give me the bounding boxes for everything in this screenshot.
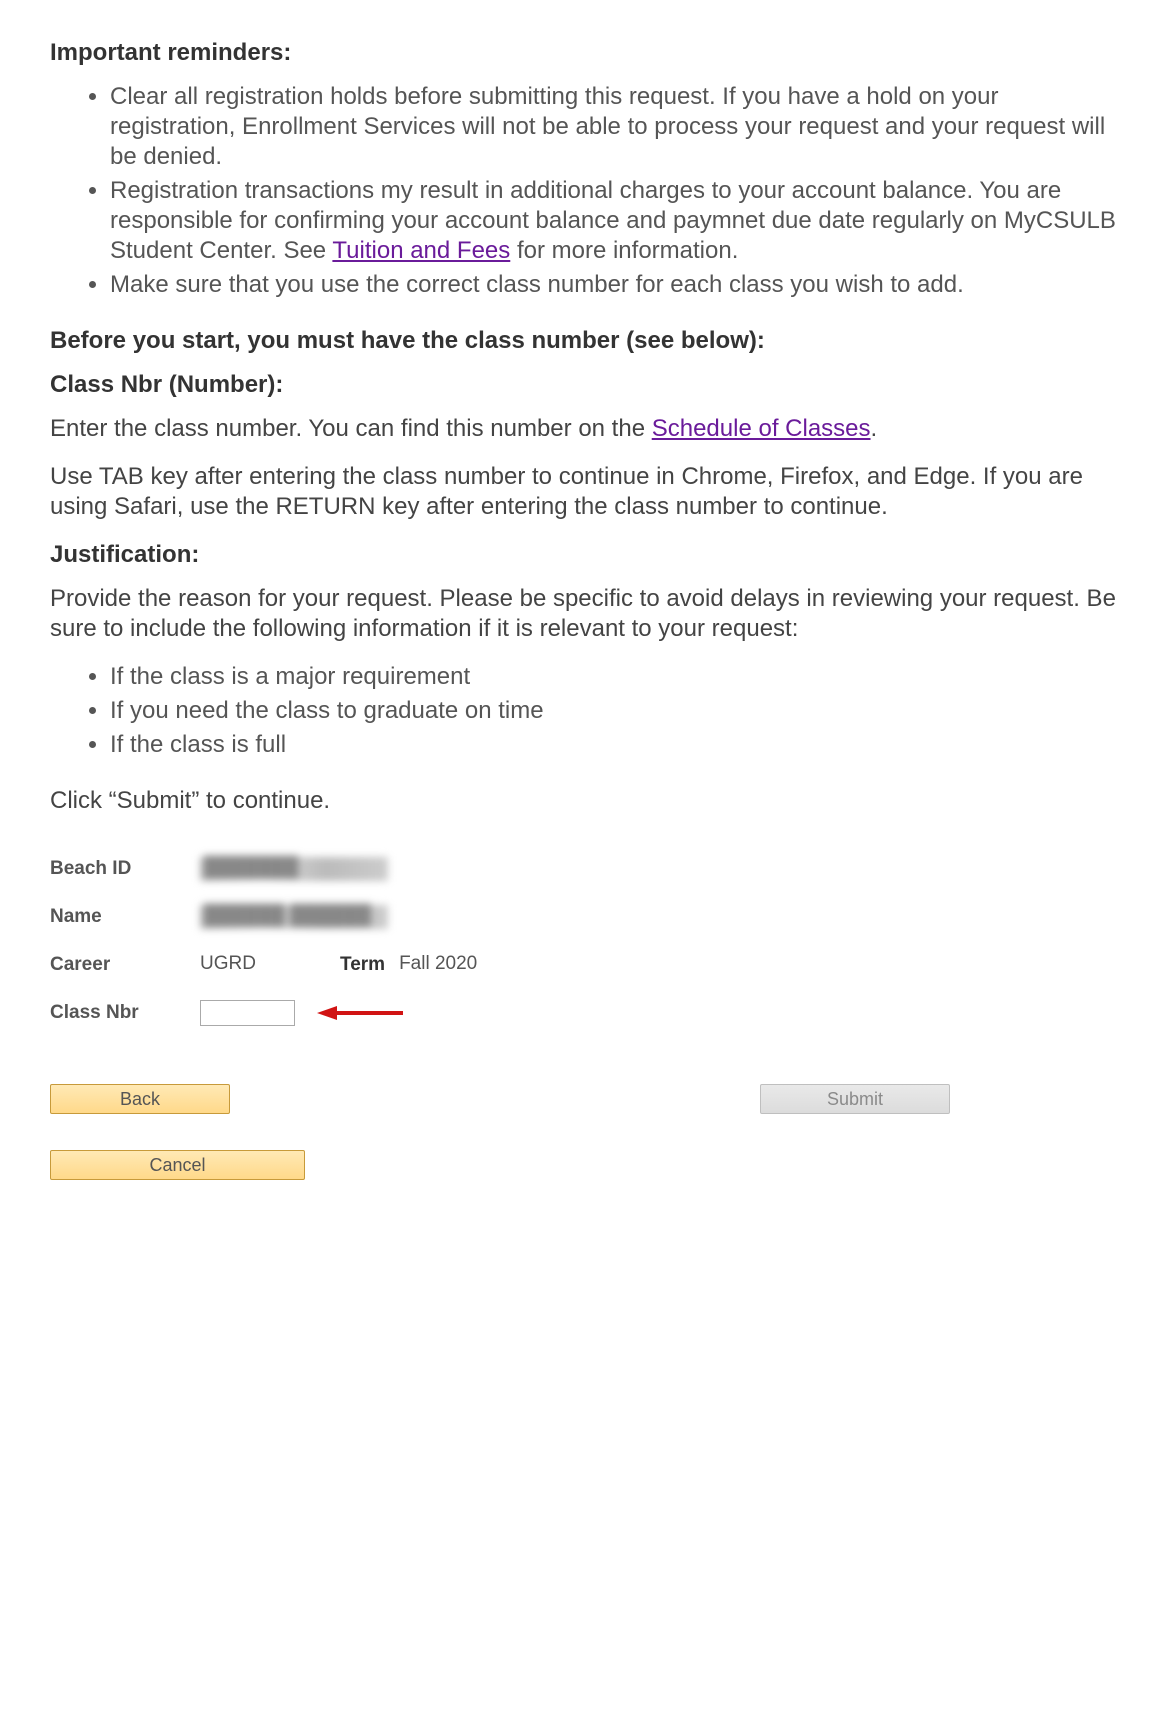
tab-key-note: Use TAB key after entering the class num…: [50, 462, 1120, 522]
row-beach-id: Beach ID ███████: [50, 848, 1120, 890]
button-bar: Back Submit Cancel: [50, 1084, 1120, 1180]
row-class-nbr: Class Nbr: [50, 992, 1120, 1034]
submit-button[interactable]: Submit: [760, 1084, 950, 1114]
name-value: ██████ ██████: [200, 905, 388, 929]
button-row-1: Back Submit: [50, 1084, 1120, 1114]
justification-intro: Provide the reason for your request. Ple…: [50, 584, 1120, 644]
reminder-2-post: for more information.: [510, 237, 738, 264]
beach-id-value: ███████: [200, 857, 388, 881]
justification-bullet-3: If the class is full: [110, 730, 1120, 760]
row-name: Name ██████ ██████: [50, 896, 1120, 938]
career-value: UGRD: [200, 953, 290, 977]
class-nbr-intro: Enter the class number. You can find thi…: [50, 414, 1120, 444]
term-value: Fall 2020: [399, 953, 477, 977]
career-label: Career: [50, 954, 200, 976]
justification-list: If the class is a major requirement If y…: [50, 662, 1120, 760]
beach-id-label: Beach ID: [50, 858, 200, 880]
student-form: Beach ID ███████ Name ██████ ██████ Care…: [50, 848, 1120, 1180]
justification-bullet-2: If you need the class to graduate on tim…: [110, 696, 1120, 726]
reminder-3: Make sure that you use the correct class…: [110, 270, 1120, 300]
instructions-body: Important reminders: Clear all registrat…: [50, 38, 1120, 816]
class-nbr-intro-post: .: [871, 415, 878, 442]
important-reminders-heading: Important reminders:: [50, 38, 1120, 68]
justification-heading: Justification:: [50, 540, 1120, 570]
class-nbr-intro-pre: Enter the class number. You can find thi…: [50, 415, 652, 442]
before-start-heading: Before you start, you must have the clas…: [50, 326, 1120, 356]
reminders-list: Clear all registration holds before subm…: [50, 82, 1120, 300]
class-nbr-heading: Class Nbr (Number):: [50, 370, 1120, 400]
class-nbr-label: Class Nbr: [50, 1002, 200, 1024]
submit-note: Click “Submit” to continue.: [50, 786, 1120, 816]
reminder-1: Clear all registration holds before subm…: [110, 82, 1120, 172]
justification-bullet-1: If the class is a major requirement: [110, 662, 1120, 692]
button-row-2: Cancel: [50, 1114, 1120, 1180]
class-nbr-input[interactable]: [200, 1000, 295, 1026]
schedule-of-classes-link[interactable]: Schedule of Classes: [652, 415, 871, 442]
arrow-pointer-icon: [303, 1003, 413, 1023]
page-container: Important reminders: Clear all registrat…: [0, 0, 1170, 1722]
cancel-button[interactable]: Cancel: [50, 1150, 305, 1180]
reminder-2: Registration transactions my result in a…: [110, 176, 1120, 266]
name-label: Name: [50, 906, 200, 928]
back-button[interactable]: Back: [50, 1084, 230, 1114]
tuition-fees-link[interactable]: Tuition and Fees: [332, 237, 510, 264]
row-career-term: Career UGRD Term Fall 2020: [50, 944, 1120, 986]
term-label: Term: [340, 954, 385, 976]
